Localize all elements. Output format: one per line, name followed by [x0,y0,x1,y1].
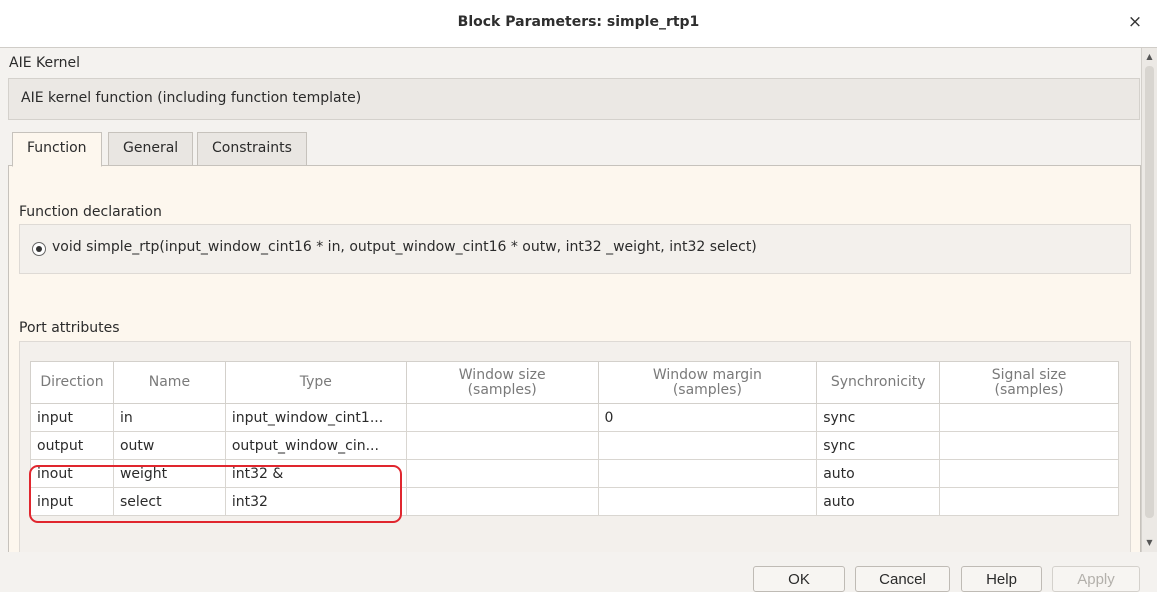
scroll-down-arrow-icon[interactable]: ▼ [1142,536,1157,550]
table-header-row: Direction Name Type Window size (samples)… [30,361,1119,404]
cell-type[interactable]: int32 & [224,459,407,488]
tab-function[interactable]: Function [12,132,102,167]
dialog-body: AIE Kernel AIE kernel function (includin… [0,48,1141,552]
cell-direction[interactable]: input [30,403,114,432]
cell-window-margin[interactable]: 0 [597,403,818,432]
header-signal-size-line1: Signal size [991,366,1067,383]
port-attributes-table: Direction Name Type Window size (samples)… [30,361,1119,516]
cell-synchronicity[interactable]: sync [816,431,941,460]
window-title: Block Parameters: simple_rtp1 [457,14,700,30]
cell-direction[interactable]: inout [30,459,114,488]
port-attributes-label: Port attributes [19,320,120,336]
cell-name[interactable]: select [112,487,226,516]
button-bar: OK Cancel Help Apply [0,552,1157,592]
cell-signal-size[interactable] [939,403,1119,432]
function-declaration-text: void simple_rtp(input_window_cint16 * in… [52,239,757,255]
cell-window-size[interactable] [405,431,599,460]
scroll-up-arrow-icon[interactable]: ▲ [1142,50,1157,64]
header-direction-label: Direction [40,374,104,390]
cell-signal-size[interactable] [939,431,1119,460]
header-name[interactable]: Name [112,361,226,404]
tab-constraints[interactable]: Constraints [197,132,307,166]
radio-selected-dot [36,246,42,252]
cell-name[interactable]: outw [112,431,226,460]
cell-type[interactable]: output_window_cin... [224,431,407,460]
header-window-size-line2: (samples) [467,381,537,398]
header-signal-size[interactable]: Signal size (samples) [939,361,1119,404]
cell-synchronicity[interactable]: auto [816,487,941,516]
block-description: AIE kernel function (including function … [21,90,362,106]
header-window-margin-line1: Window margin [652,366,762,383]
ok-button[interactable]: OK [753,566,845,592]
header-type-label: Type [299,374,332,390]
header-window-margin[interactable]: Window margin (samples) [597,361,818,404]
table-row[interactable]: input select int32 auto [30,487,1119,516]
header-synchronicity-label: Synchronicity [830,374,926,390]
cell-window-margin[interactable] [597,459,818,488]
cell-type[interactable]: int32 [224,487,407,516]
cancel-button[interactable]: Cancel [855,566,950,592]
section-title: AIE Kernel [9,55,80,71]
header-window-size-line1: Window size [458,366,546,383]
header-name-label: Name [148,374,191,390]
function-declaration-label: Function declaration [19,204,162,220]
cell-window-margin[interactable] [597,487,818,516]
table-row[interactable]: input in input_window_cint1... 0 sync [30,403,1119,432]
cell-window-size[interactable] [405,403,599,432]
header-signal-size-line2: (samples) [994,381,1064,398]
cell-name[interactable]: in [112,403,226,432]
tab-general-label: General [123,140,179,156]
vertical-scrollbar[interactable]: ▲ ▼ [1141,48,1157,552]
cell-name[interactable]: weight [112,459,226,488]
close-icon[interactable]: × [1125,12,1145,32]
header-synchronicity[interactable]: Synchronicity [816,361,941,404]
header-window-size[interactable]: Window size (samples) [405,361,599,404]
apply-button: Apply [1052,566,1140,592]
tab-constraints-label: Constraints [212,140,292,156]
header-window-margin-line2: (samples) [672,381,742,398]
cell-signal-size[interactable] [939,487,1119,516]
cell-type[interactable]: input_window_cint1... [224,403,407,432]
cell-window-margin[interactable] [597,431,818,460]
declaration-radio-button[interactable] [32,242,46,256]
table-row[interactable]: output outw output_window_cin... sync [30,431,1119,460]
cell-direction[interactable]: output [30,431,114,460]
table-row[interactable]: inout weight int32 & auto [30,459,1119,488]
port-attributes-box: Direction Name Type Window size (samples)… [19,341,1131,552]
cell-direction[interactable]: input [30,487,114,516]
cell-window-size[interactable] [405,487,599,516]
tab-general[interactable]: General [108,132,194,166]
cell-synchronicity[interactable]: auto [816,459,941,488]
function-declaration-box: void simple_rtp(input_window_cint16 * in… [19,224,1131,274]
tab-function-label: Function [27,140,87,156]
title-bar: Block Parameters: simple_rtp1 × [0,0,1157,48]
cell-synchronicity[interactable]: sync [816,403,941,432]
header-direction[interactable]: Direction [30,361,114,404]
cell-window-size[interactable] [405,459,599,488]
function-tab-panel: Function declaration void simple_rtp(inp… [8,165,1141,552]
cell-signal-size[interactable] [939,459,1119,488]
header-type[interactable]: Type [224,361,407,404]
description-box: AIE kernel function (including function … [8,78,1140,120]
scrollbar-thumb[interactable] [1145,66,1154,518]
help-button[interactable]: Help [961,566,1042,592]
